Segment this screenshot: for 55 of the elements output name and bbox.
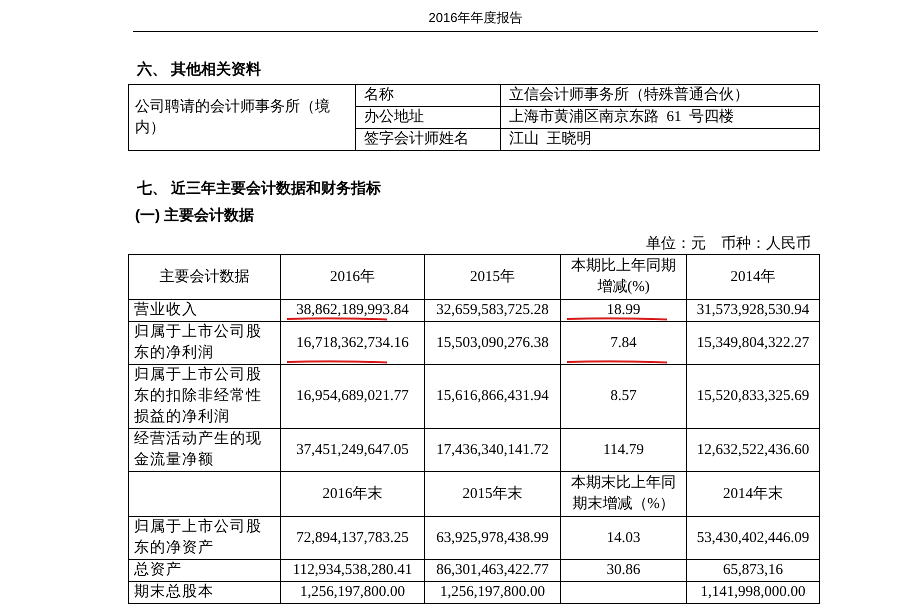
table-cell: 签字会计师姓名 [356,128,500,150]
column-header: 本期末比上年同期末增减（%） [560,472,686,516]
table-cell: 归属于上市公司股东的净利润 [128,322,280,364]
table-cell: 17,436,340,141.72 [424,428,560,472]
table-cell: 86,301,463,422.77 [424,560,560,582]
column-header: 本期比上年同期增减(%) [560,254,686,300]
table-cell: 8.57 [560,364,686,428]
table-cell: 营业收入 [128,300,280,322]
table-cell: 65,873,16 [686,560,820,582]
table-cell: 114.79 [560,428,686,472]
table-cell: 31,573,928,530.94 [686,300,820,322]
table-cell: 1,141,998,000.00 [686,582,820,604]
table-cell: 16,954,689,021.77 [280,364,424,428]
table-cell: 15,520,833,325.69 [686,364,820,428]
table-cell: 7.84 [560,322,686,364]
section-heading: 六、 其他相关资料 [137,61,262,78]
column-header: 2015年末 [424,472,560,516]
table-cell: 18.99 [560,300,686,322]
table-cell: 经营活动产生的现金流量净额 [128,428,280,472]
table-cell: 1,256,197,800.00 [280,582,424,604]
table-cell: 30.86 [560,560,686,582]
section-heading: 七、 近三年主要会计数据和财务指标 [137,180,382,197]
table-cell: 38,862,189,993.84 [280,300,424,322]
table-cell: 15,616,866,431.94 [424,364,560,428]
table-cell: 归属于上市公司股东的净资产 [128,516,280,560]
table-cell: 14.03 [560,516,686,560]
table-cell: 15,503,090,276.38 [424,322,560,364]
table-cell: 期末总股本 [128,582,280,604]
unit-note: 单位：元 币种：人民币 [646,236,811,252]
column-header: 2014年 [686,254,820,300]
table-cell: 15,349,804,322.27 [686,322,820,364]
table-cell: 53,430,402,446.09 [686,516,820,560]
table-cell: 112,934,538,280.41 [280,560,424,582]
table-cell: 1,256,197,800.00 [424,582,560,604]
column-header: 2016年末 [280,472,424,516]
table-cell: 63,925,978,438.99 [424,516,560,560]
table-cell: 上海市黄浦区南京东路 61 号四楼 [500,106,820,128]
table-cell: 办公地址 [356,106,500,128]
table-cell: 名称 [356,84,500,106]
page-header: 2016年年度报告 [428,10,522,25]
table-cell: 32,659,583,725.28 [424,300,560,322]
column-header: 2016年 [280,254,424,300]
column-header: 2015年 [424,254,560,300]
table-cell: 12,632,522,436.60 [686,428,820,472]
table-cell: 72,894,137,783.25 [280,516,424,560]
table-cell: 16,718,362,734.16 [280,322,424,364]
table-cell: 立信会计师事务所（特殊普通合伙） [500,84,820,106]
table-cell: 归属于上市公司股东的扣除非经常性损益的净利润 [128,364,280,428]
subsection-heading: (一) 主要会计数据 [135,207,254,224]
column-header: 主要会计数据 [128,254,280,300]
column-header: 2014年末 [686,472,820,516]
table-cell: 公司聘请的会计师事务所（境内） [128,84,356,150]
table-cell: 总资产 [128,560,280,582]
table-cell: 37,451,249,647.05 [280,428,424,472]
table-cell: 江山 王晓明 [500,128,820,150]
